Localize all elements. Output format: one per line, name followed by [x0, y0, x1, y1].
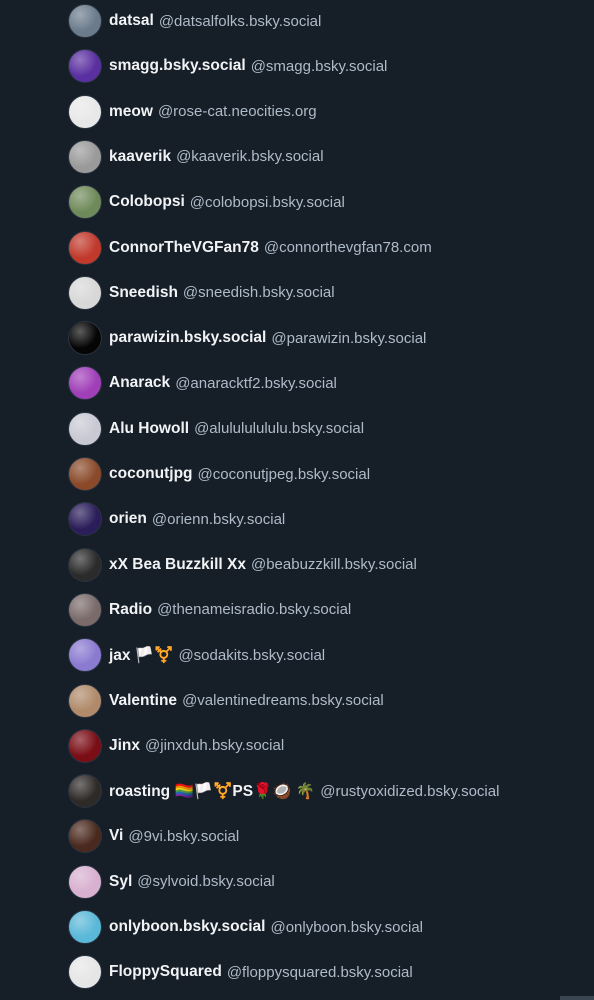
user-handle[interactable]: @anaracktf2.bsky.social [175, 375, 337, 392]
avatar-icon[interactable] [68, 230, 102, 265]
avatar-icon[interactable] [68, 864, 102, 899]
user-handle[interactable]: @sylvoid.bsky.social [137, 873, 275, 890]
follow-row[interactable]: onlyboon.bsky.social @onlyboon.bsky.socia… [68, 909, 423, 945]
avatar-icon[interactable] [68, 457, 102, 491]
avatar-icon[interactable] [68, 728, 102, 763]
user-handle[interactable]: @sneedish.bsky.social [183, 284, 335, 301]
follow-row[interactable]: parawizin.bsky.social @parawizin.bsky.soc… [68, 320, 426, 356]
avatar-icon[interactable] [68, 774, 102, 809]
display-name[interactable]: Sneedish [109, 284, 178, 302]
display-name[interactable]: roasting 🏳️‍🌈🏳️⚧️PS🌹🥥 🌴 [109, 782, 315, 801]
user-handle[interactable]: @rose-cat.neocities.org [158, 103, 317, 120]
follow-row[interactable]: Vi @9vi.bsky.social [68, 818, 239, 854]
user-handle[interactable]: @coconutjpeg.bsky.social [198, 466, 371, 483]
user-handle[interactable]: @orienn.bsky.social [152, 511, 285, 528]
display-name[interactable]: smagg.bsky.social [109, 57, 246, 75]
display-name[interactable]: Radio [109, 601, 152, 619]
follows-list: datsal @datsalfolks.bsky.social smagg.bsky… [0, 0, 594, 1000]
follow-row[interactable]: Syl @sylvoid.bsky.social [68, 864, 275, 900]
display-name[interactable]: Alu Howoll [109, 420, 189, 438]
scroll-corner [560, 996, 594, 1000]
avatar-icon[interactable] [68, 819, 102, 854]
follow-row[interactable]: FloppySquared @floppysquared.bsky.social [68, 954, 413, 990]
display-name[interactable]: datsal [109, 12, 154, 30]
follow-row[interactable]: ConnorTheVGFan78 @connorthevgfan78.com [68, 230, 432, 266]
follow-row[interactable]: jax 🏳️⚧️ @sodakits.bsky.social [68, 637, 325, 673]
avatar-icon[interactable] [68, 592, 102, 627]
follow-row[interactable]: Radio @thenameisradio.bsky.social [68, 592, 351, 628]
user-handle[interactable]: @9vi.bsky.social [128, 828, 239, 845]
avatar-icon[interactable] [68, 366, 102, 401]
display-name[interactable]: Syl [109, 873, 132, 891]
follow-row[interactable]: Sneedish @sneedish.bsky.social [68, 275, 335, 311]
display-name[interactable]: xX Bea Buzzkill Xx [109, 556, 246, 574]
follow-row[interactable]: roasting 🏳️‍🌈🏳️⚧️PS🌹🥥 🌴 @rustyoxidized.bs… [68, 773, 499, 809]
follow-row[interactable]: kaaverik @kaaverik.bsky.social [68, 139, 324, 175]
avatar-icon[interactable] [68, 502, 102, 537]
follow-row[interactable]: xX Bea Buzzkill Xx @beabuzzkill.bsky.soci… [68, 547, 417, 583]
user-handle[interactable]: @jinxduh.bsky.social [145, 737, 284, 754]
user-handle[interactable]: @smagg.bsky.social [251, 58, 388, 75]
user-handle[interactable]: @onlyboon.bsky.social [270, 919, 423, 936]
avatar-icon[interactable] [68, 4, 102, 38]
follow-row[interactable]: Jinx @jinxduh.bsky.social [68, 728, 284, 764]
avatar-icon[interactable] [68, 321, 102, 356]
avatar-icon[interactable] [68, 275, 102, 310]
display-name[interactable]: onlyboon.bsky.social [109, 918, 265, 936]
display-name[interactable]: kaaverik [109, 148, 171, 166]
follow-row[interactable]: Anarack @anaracktf2.bsky.social [68, 365, 337, 401]
avatar-icon[interactable] [68, 49, 102, 84]
user-handle[interactable]: @alulululululu.bsky.social [194, 420, 364, 437]
display-name[interactable]: coconutjpg [109, 465, 193, 483]
user-handle[interactable]: @datsalfolks.bsky.social [159, 13, 322, 30]
user-handle[interactable]: @kaaverik.bsky.social [176, 148, 324, 165]
follow-row[interactable]: datsal @datsalfolks.bsky.social [68, 3, 321, 39]
display-name[interactable]: Anarack [109, 374, 170, 392]
user-handle[interactable]: @rustyoxidized.bsky.social [320, 783, 499, 800]
user-handle[interactable]: @connorthevgfan78.com [264, 239, 432, 256]
display-name[interactable]: FloppySquared [109, 963, 222, 981]
user-handle[interactable]: @floppysquared.bsky.social [227, 964, 413, 981]
follow-row[interactable]: meow @rose-cat.neocities.org [68, 94, 317, 130]
user-handle[interactable]: @sodakits.bsky.social [178, 647, 325, 664]
user-handle[interactable]: @valentinedreams.bsky.social [182, 692, 384, 709]
display-name[interactable]: orien [109, 510, 147, 528]
display-name[interactable]: Vi [109, 827, 123, 845]
user-handle[interactable]: @beabuzzkill.bsky.social [251, 556, 417, 573]
display-name[interactable]: Jinx [109, 737, 140, 755]
follow-row[interactable]: coconutjpg @coconutjpeg.bsky.social [68, 456, 370, 492]
follow-row[interactable]: smagg.bsky.social @smagg.bsky.social [68, 48, 387, 84]
avatar-icon[interactable] [68, 638, 102, 673]
display-name[interactable]: jax 🏳️⚧️ [109, 646, 173, 665]
display-name[interactable]: Valentine [109, 692, 177, 710]
follow-row[interactable]: Colobopsi @colobopsi.bsky.social [68, 184, 345, 220]
display-name[interactable]: meow [109, 103, 153, 121]
user-handle[interactable]: @parawizin.bsky.social [271, 330, 426, 347]
avatar-icon[interactable] [68, 955, 102, 990]
user-handle[interactable]: @colobopsi.bsky.social [190, 194, 345, 211]
avatar-icon[interactable] [68, 139, 102, 174]
avatar-icon[interactable] [68, 411, 102, 446]
avatar-icon[interactable] [68, 94, 102, 129]
avatar-icon[interactable] [68, 185, 102, 220]
display-name[interactable]: ConnorTheVGFan78 [109, 239, 259, 257]
follow-row[interactable]: Alu Howoll @alulululululu.bsky.social [68, 411, 364, 447]
avatar-icon[interactable] [68, 683, 102, 718]
display-name[interactable]: Colobopsi [109, 193, 185, 211]
display-name[interactable]: parawizin.bsky.social [109, 329, 266, 347]
follow-row[interactable]: Valentine @valentinedreams.bsky.social [68, 683, 384, 719]
avatar-icon[interactable] [68, 910, 102, 944]
follow-row[interactable]: orien @orienn.bsky.social [68, 501, 285, 537]
avatar-icon[interactable] [68, 547, 102, 582]
user-handle[interactable]: @thenameisradio.bsky.social [157, 601, 351, 618]
